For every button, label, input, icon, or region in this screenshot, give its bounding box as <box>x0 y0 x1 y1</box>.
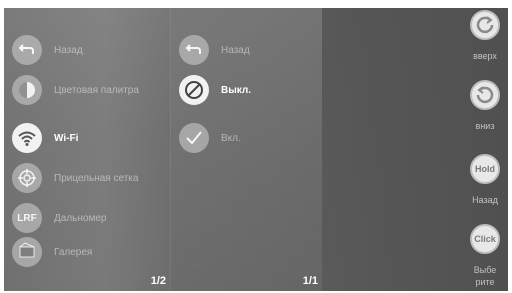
submenu-item-back[interactable]: Назад <box>179 34 250 66</box>
off-icon <box>179 75 209 105</box>
menu-item-label: Назад <box>54 44 83 56</box>
submenu-item-label: Выкл. <box>221 84 252 96</box>
page-indicator: 1/1 <box>302 275 318 287</box>
palette-icon <box>12 75 42 105</box>
menu-item-label: Дальномер <box>54 212 107 224</box>
control-label: вниз <box>475 121 495 131</box>
menu-item-reticle[interactable]: Прицельная сетка <box>12 162 138 194</box>
menu-item-gallery[interactable]: Галерея <box>12 236 92 268</box>
hold-button[interactable]: Hold <box>470 154 500 184</box>
scroll-down-control[interactable]: вниз <box>468 80 502 132</box>
back-icon <box>179 35 209 65</box>
click-button[interactable]: Click <box>470 224 500 254</box>
controls-panel: вверх вниз Hold Назад Click Выбе рите <box>322 8 508 291</box>
reticle-icon <box>12 163 42 193</box>
menu-item-rangefinder[interactable]: LRF Дальномер <box>12 202 106 234</box>
scroll-up-control[interactable]: вверх <box>468 10 502 62</box>
rotate-up-icon[interactable] <box>470 10 500 40</box>
sub-menu-panel: Назад Выкл. Вкл. 1/1 <box>170 8 322 291</box>
menu-item-palette[interactable]: Цветовая палитра <box>12 74 139 106</box>
control-label: Выбе рите <box>473 265 497 287</box>
rotate-down-icon[interactable] <box>470 80 500 110</box>
wifi-icon <box>12 123 42 153</box>
hold-control[interactable]: Hold Назад <box>468 154 502 206</box>
menu-item-label: Wi-Fi <box>54 132 79 144</box>
page-indicator: 1/2 <box>150 275 166 287</box>
submenu-item-off[interactable]: Выкл. <box>179 74 251 106</box>
device-screen: Назад Цветовая палитра Wi-Fi Прицельная … <box>4 8 508 291</box>
menu-item-label: Галерея <box>54 246 93 258</box>
menu-item-label: Прицельная сетка <box>54 172 139 184</box>
submenu-item-on[interactable]: Вкл. <box>179 122 241 154</box>
submenu-item-label: Назад <box>221 44 250 56</box>
back-icon <box>12 35 42 65</box>
check-icon <box>179 123 209 153</box>
control-label: вверх <box>473 51 497 61</box>
gallery-icon <box>12 237 42 267</box>
click-control[interactable]: Click Выбе рите <box>468 224 502 288</box>
submenu-item-label: Вкл. <box>221 132 241 144</box>
menu-item-label: Цветовая палитра <box>54 84 139 96</box>
menu-item-wifi[interactable]: Wi-Fi <box>12 122 78 154</box>
rangefinder-icon: LRF <box>12 203 42 233</box>
menu-item-back[interactable]: Назад <box>12 34 83 66</box>
main-menu-panel: Назад Цветовая палитра Wi-Fi Прицельная … <box>4 8 170 291</box>
control-label: Назад <box>472 195 498 205</box>
